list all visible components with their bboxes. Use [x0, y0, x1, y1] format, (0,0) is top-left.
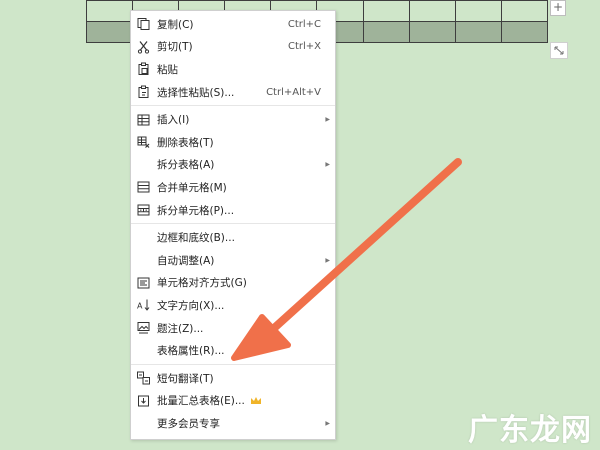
menu-item-label: 批量汇总表格(E)...	[157, 395, 245, 408]
menu-item-label: 拆分单元格(P)...	[157, 204, 235, 217]
menu-item-label: 更多会员专享	[157, 417, 220, 430]
menu-item[interactable]: 粘贴	[131, 58, 335, 81]
submenu-arrow-icon: ▶	[325, 419, 330, 427]
resize-icon	[554, 46, 564, 55]
table-resize-handle[interactable]	[550, 42, 568, 59]
menu-item[interactable]: 剪切(T) Ctrl+X	[131, 36, 335, 59]
submenu-arrow-icon: ▶	[325, 279, 330, 287]
menu-item[interactable]: 题注(Z)...	[131, 317, 335, 340]
menu-item[interactable]: 拆分单元格(P)...	[131, 199, 335, 222]
menu-item-label: 拆分表格(A)	[157, 159, 215, 172]
menu-item-label: 自动调整(A)	[157, 254, 215, 267]
table-cell[interactable]	[408, 21, 456, 43]
menu-item[interactable]: 插入(I) ▶	[131, 108, 335, 131]
table-cell[interactable]	[408, 0, 456, 22]
table-cell[interactable]	[85, 0, 134, 22]
menu-item-shortcut: Ctrl+X	[287, 41, 321, 53]
menu-item-label: 题注(Z)...	[157, 322, 204, 335]
menu-item[interactable]: 拆分表格(A) ▶	[131, 154, 335, 177]
cell-align-icon	[137, 276, 150, 289]
svg-text:A: A	[137, 302, 143, 311]
menu-item-label: 复制(C)	[157, 18, 194, 31]
menu-item-label: 文字方向(X)...	[157, 299, 225, 312]
menu-item-label: 边框和底纹(B)...	[157, 232, 235, 245]
submenu-arrow-icon: ▶	[325, 116, 330, 124]
table-cell[interactable]	[454, 21, 502, 43]
menu-item[interactable]: 短句翻译(T)	[131, 367, 335, 390]
paste-special-icon	[137, 85, 150, 99]
text-direction-icon: A	[137, 299, 150, 312]
copy-icon	[137, 18, 150, 31]
scissors-icon	[137, 40, 150, 54]
menu-item-label: 粘贴	[157, 63, 178, 76]
menu-item[interactable]: 选择性粘贴(S)... Ctrl+Alt+V	[131, 81, 335, 104]
menu-item-shortcut: Ctrl+C	[287, 18, 321, 30]
menu-item-label: 合并单元格(M)	[157, 181, 227, 194]
menu-group: 短句翻译(T) 批量汇总表格(E)... 更多会员专享 ▶	[131, 365, 335, 437]
table-cell[interactable]	[454, 0, 502, 22]
menu-group: 复制(C) Ctrl+C 剪切(T) Ctrl+X 粘贴选择性粘贴(S)... Ctrl+…	[131, 11, 335, 107]
menu-item-label: 选择性粘贴(S)...	[157, 86, 235, 99]
watermark: 广东龙网	[468, 413, 592, 448]
submenu-arrow-icon: ▶	[325, 256, 330, 264]
translate-icon	[137, 371, 150, 385]
menu-item-label: 表格属性(R)...	[157, 345, 225, 358]
menu-item-label: 短句翻译(T)	[157, 372, 214, 385]
menu-item[interactable]: 复制(C) Ctrl+C	[131, 13, 335, 36]
menu-item[interactable]: 删除表格(T)	[131, 131, 335, 154]
menu-group: 边框和底纹(B)... 自动调整(A) ▶ 单元格对齐方式(G) ▶ A 文字方向(X)..…	[131, 224, 335, 365]
merge-cells-icon	[137, 181, 150, 194]
menu-item[interactable]: 批量汇总表格(E)...	[131, 390, 335, 413]
menu-item-shortcut: Ctrl+Alt+V	[266, 86, 321, 98]
submenu-arrow-icon: ▶	[325, 161, 330, 169]
caption-icon	[137, 322, 150, 335]
table-cell[interactable]	[362, 21, 410, 43]
table-delete-icon	[137, 136, 150, 149]
menu-item[interactable]: 单元格对齐方式(G) ▶	[131, 272, 335, 295]
batch-table-icon	[137, 394, 150, 407]
menu-item[interactable]: 自动调整(A) ▶	[131, 249, 335, 272]
menu-item[interactable]: 表格属性(R)...	[131, 339, 335, 362]
menu-item-label: 删除表格(T)	[157, 136, 214, 149]
menu-item[interactable]: 合并单元格(M)	[131, 176, 335, 199]
menu-item[interactable]: 更多会员专享 ▶	[131, 412, 335, 435]
context-menu: 复制(C) Ctrl+C 剪切(T) Ctrl+X 粘贴选择性粘贴(S)... Ctrl+…	[130, 10, 336, 440]
menu-item[interactable]: A 文字方向(X)...	[131, 294, 335, 317]
table-cell[interactable]	[500, 0, 549, 22]
paste-icon	[137, 62, 150, 76]
table-insert-icon	[137, 113, 150, 126]
crown-icon	[250, 396, 262, 405]
table-cell[interactable]	[362, 0, 410, 22]
menu-item[interactable]: 边框和底纹(B)...	[131, 226, 335, 249]
table-cell[interactable]	[85, 21, 134, 43]
split-cells-icon	[137, 204, 150, 217]
table-cell[interactable]	[500, 21, 549, 43]
menu-item-label: 插入(I)	[157, 114, 190, 127]
menu-item-label: 单元格对齐方式(G)	[157, 277, 247, 290]
menu-group: 插入(I) ▶ 删除表格(T) 拆分表格(A) ▶ 合并单元格(M) 拆分单元格(P)...	[131, 106, 335, 225]
menu-item-label: 剪切(T)	[157, 41, 193, 54]
add-column-handle[interactable]: +	[550, 0, 566, 16]
